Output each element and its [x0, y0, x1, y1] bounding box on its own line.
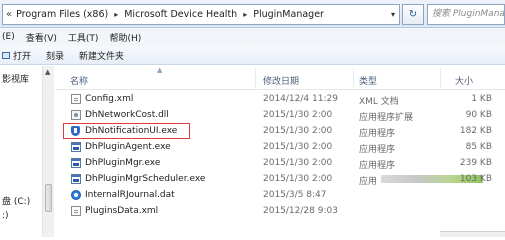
nav-item-drive-c[interactable]: 盘 (C:): [2, 194, 30, 207]
column-size[interactable]: 大小: [455, 74, 473, 87]
file-type: 应用: [359, 177, 378, 187]
command-toolbar: 打开 刻录 新建文件夹: [0, 46, 505, 65]
nav-scrollbar[interactable]: ▲: [42, 66, 54, 237]
file-row[interactable]: DhPluginAgent.exe 2015/1/30 2:00 应用程序 85…: [55, 139, 505, 155]
file-name: DhPluginMgr.exe: [85, 158, 161, 168]
file-size: 103 KB: [459, 174, 492, 184]
exe-icon: [71, 174, 81, 184]
navigation-pane: 影视库 盘 (C:) :) ▲: [0, 66, 54, 237]
breadcrumb-device-health[interactable]: Microsoft Device Health: [124, 9, 237, 20]
xml-doc-icon: [71, 206, 81, 216]
file-row[interactable]: DhPluginMgrScheduler.exe 2015/1/30 2:00 …: [55, 171, 505, 187]
search-input[interactable]: 搜索 PluginManag: [427, 4, 505, 25]
refresh-button[interactable]: ↻: [402, 4, 424, 25]
column-header: ▲ 名称 修改日期 类型 大小: [55, 66, 505, 90]
dll-icon: [71, 110, 81, 120]
file-name: DhPluginMgrScheduler.exe: [85, 174, 206, 184]
new-folder-label: 新建文件夹: [79, 51, 125, 62]
breadcrumb[interactable]: « Program Files (x86) ▸ Microsoft Device…: [2, 4, 400, 25]
xml-doc-icon: [71, 94, 81, 104]
file-row[interactable]: Config.xml 2014/12/4 11:29 XML 文档 1 KB: [55, 91, 505, 107]
dat-icon: [71, 190, 81, 200]
column-name[interactable]: 名称: [70, 74, 88, 87]
file-modified: 2015/1/30 2:00: [263, 126, 333, 136]
burn-button[interactable]: 刻录: [46, 49, 64, 62]
sort-ascending-icon: ▲: [157, 66, 163, 74]
horizontal-scrollbar[interactable]: [440, 231, 505, 237]
menu-edit[interactable]: (E): [2, 32, 15, 42]
refresh-icon: ↻: [408, 9, 418, 20]
file-name: DhPluginAgent.exe: [85, 142, 171, 152]
file-name: PluginsData.xml: [85, 206, 159, 216]
new-folder-button[interactable]: 新建文件夹: [79, 49, 124, 62]
shield-app-icon: [71, 126, 80, 136]
file-modified: 2015/3/5 8:47: [263, 190, 327, 200]
file-modified: 2015/1/30 2:00: [263, 174, 333, 184]
column-divider[interactable]: [255, 68, 256, 88]
chevron-right-icon[interactable]: ▸: [114, 10, 118, 19]
file-name: Config.xml: [85, 94, 134, 104]
open-label: 打开: [13, 51, 32, 62]
file-modified: 2015/1/30 2:00: [263, 110, 333, 120]
scroll-up-icon[interactable]: ▲: [45, 68, 50, 76]
file-size: 90 KB: [465, 110, 492, 120]
burn-label: 刻录: [46, 51, 65, 62]
file-name: InternalRJournal.dat: [85, 190, 175, 200]
open-button[interactable]: 打开: [2, 49, 31, 62]
file-modified: 2015/1/30 2:00: [263, 142, 333, 152]
menu-view[interactable]: 查看(V): [26, 31, 57, 44]
breadcrumb-plugin-manager[interactable]: PluginManager: [253, 9, 324, 20]
open-icon: [2, 51, 10, 59]
file-list: Config.xml 2014/12/4 11:29 XML 文档 1 KB D…: [55, 91, 505, 237]
file-size: 239 KB: [459, 158, 492, 168]
nav-item-drive[interactable]: :): [2, 211, 9, 221]
breadcrumb-overflow-icon[interactable]: «: [6, 9, 12, 20]
file-row[interactable]: InternalRJournal.dat 2015/3/5 8:47: [55, 187, 505, 203]
column-modified[interactable]: 修改日期: [263, 74, 299, 87]
menu-help[interactable]: 帮助(H): [109, 31, 141, 44]
file-modified: 2015/12/28 9:03: [263, 206, 338, 216]
address-bar: « Program Files (x86) ▸ Microsoft Device…: [0, 0, 505, 28]
nav-item-videos-library[interactable]: 影视库: [2, 72, 29, 85]
file-row[interactable]: DhNetworkCost.dll 2015/1/30 2:00 应用程序扩展 …: [55, 107, 505, 123]
file-name: DhNetworkCost.dll: [85, 110, 169, 120]
column-divider[interactable]: [353, 68, 354, 88]
address-dropdown-icon[interactable]: ▾: [391, 10, 395, 19]
file-type: 应用程序: [359, 161, 396, 171]
file-size: 85 KB: [465, 142, 492, 152]
file-size: 182 KB: [459, 126, 492, 136]
file-modified: 2014/12/4 11:29: [263, 94, 338, 104]
file-type: 应用程序扩展: [359, 113, 414, 123]
breadcrumb-program-files[interactable]: Program Files (x86): [16, 9, 108, 20]
exe-icon: [71, 142, 81, 152]
file-name: DhNotificationUI.exe: [85, 126, 178, 136]
menu-bar: (E) 查看(V) 工具(T) 帮助(H): [0, 28, 505, 46]
scrollbar-thumb[interactable]: [45, 184, 52, 212]
file-row-highlighted[interactable]: DhNotificationUI.exe 2015/1/30 2:00 应用程序…: [55, 123, 505, 139]
file-type: 应用程序: [359, 145, 396, 155]
exe-icon: [71, 158, 81, 168]
column-divider[interactable]: [440, 68, 441, 88]
file-type: XML 文档: [359, 97, 399, 107]
file-size: 1 KB: [471, 94, 492, 104]
file-row[interactable]: DhPluginMgr.exe 2015/1/30 2:00 应用程序 239 …: [55, 155, 505, 171]
file-row[interactable]: PluginsData.xml 2015/12/28 9:03: [55, 203, 505, 219]
chevron-right-icon[interactable]: ▸: [243, 10, 247, 19]
menu-tools[interactable]: 工具(T): [68, 31, 99, 44]
file-type: 应用程序: [359, 129, 396, 139]
file-modified: 2015/1/30 2:00: [263, 158, 333, 168]
column-type[interactable]: 类型: [359, 74, 377, 87]
